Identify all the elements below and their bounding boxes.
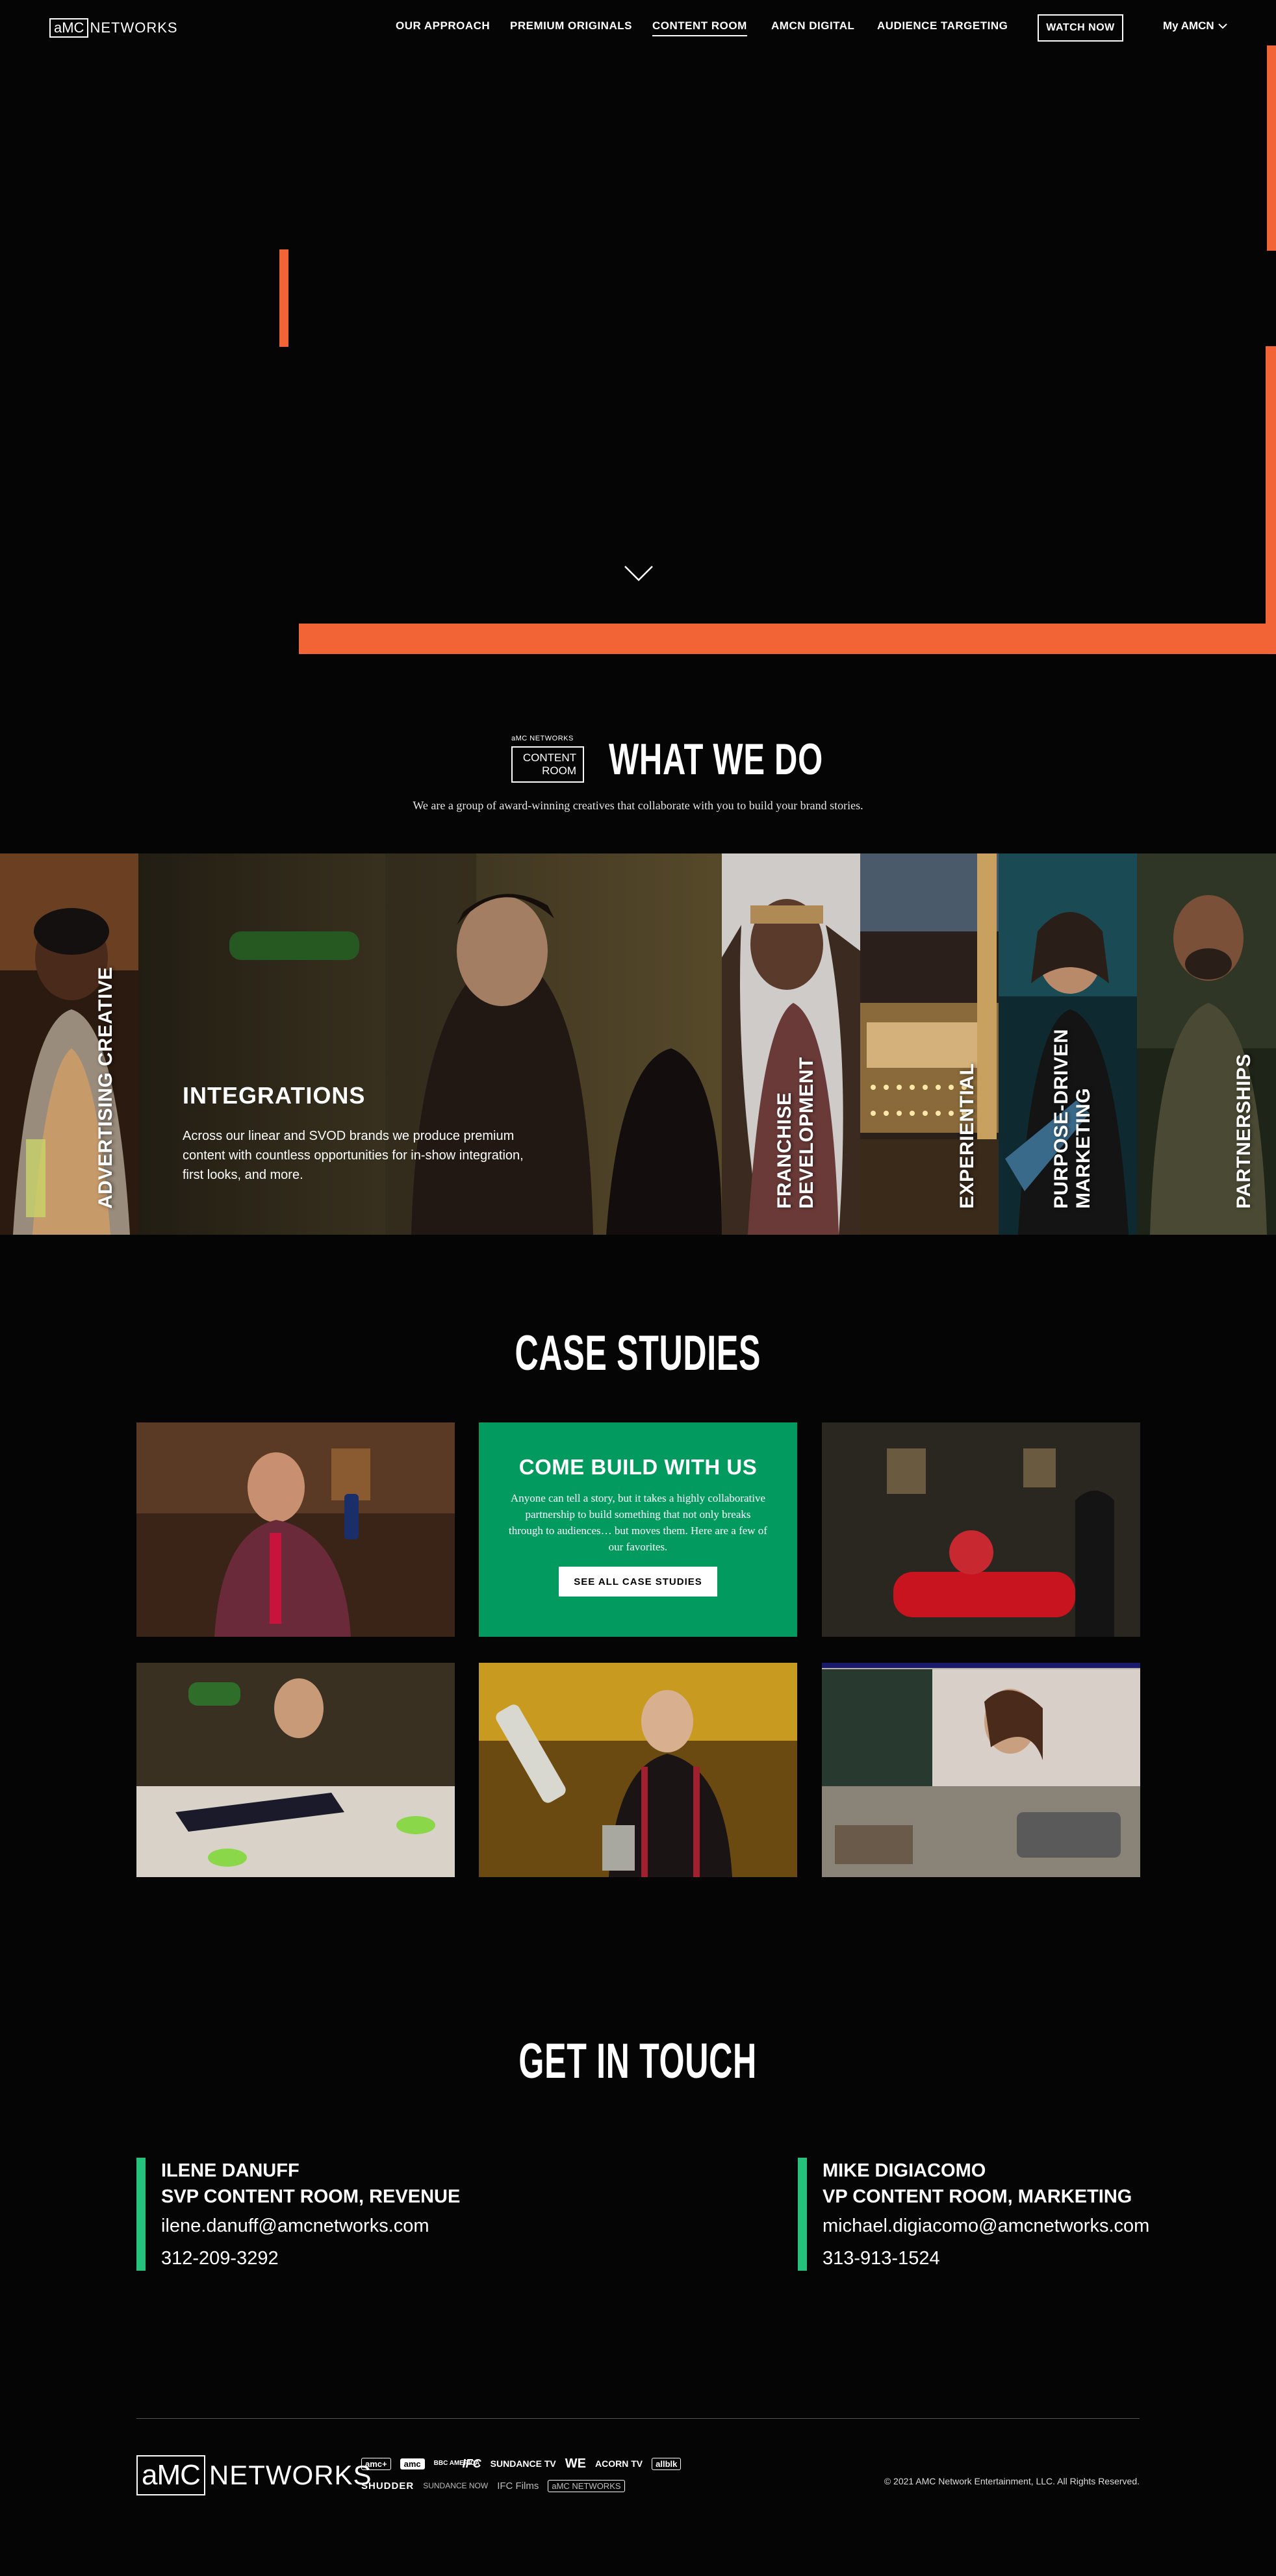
- panel-advertising-creative-label: ADVERTISING CREATIVE: [95, 966, 116, 1209]
- contact-phone-link[interactable]: 313-913-1524: [823, 2242, 1149, 2275]
- what-we-do-header: aMC NETWORKS CONTENT ROOM WHAT WE DO: [0, 734, 1276, 785]
- case-study-image-1: [136, 1422, 455, 1637]
- content-room-logo: aMC NETWORKS CONTENT ROOM: [511, 735, 585, 784]
- my-amcn-label: My AMCN: [1163, 19, 1214, 32]
- panel-purpose-driven-marketing-label: PURPOSE-DRIVEN MARKETING: [1051, 1029, 1095, 1209]
- contact-role: SVP CONTENT ROOM, REVENUE: [161, 2186, 461, 2207]
- panel-partnerships[interactable]: PARTNERSHIPS: [1137, 853, 1276, 1235]
- chevron-down-icon: [1218, 23, 1227, 29]
- case-studies-title: CASE STUDIES: [515, 1326, 761, 1381]
- purpose-label-line2: MARKETING: [1073, 1087, 1094, 1209]
- contact-accent-bar: [798, 2158, 807, 2271]
- brand-row-2: SHUDDER SUNDANCE NOW IFC Films aMC NETWO…: [361, 2475, 725, 2497]
- contact-role: VP CONTENT ROOM, MARKETING: [823, 2186, 1132, 2207]
- hero-accent-bar-right-top: [1267, 45, 1276, 251]
- panel-experiential-label: EXPERIENTIAL: [956, 1063, 978, 1209]
- content-room-logo-small: aMC NETWORKS: [511, 735, 574, 742]
- see-all-case-studies-button[interactable]: SEE ALL CASE STUDIES: [559, 1567, 717, 1597]
- contact-phone-link[interactable]: 312-209-3292: [161, 2242, 460, 2275]
- nav-premium-originals[interactable]: PREMIUM ORIGINALS: [510, 19, 632, 32]
- brand-bbc-america-logo[interactable]: BBC AMERICA: [434, 2460, 480, 2467]
- panel-advertising-creative[interactable]: ADVERTISING CREATIVE: [0, 853, 138, 1235]
- case-study-tile-3[interactable]: [136, 1663, 455, 1877]
- panel-franchise-development[interactable]: FRANCHISE DEVELOPMENT: [722, 853, 860, 1235]
- come-build-text: Anyone can tell a story, but it takes a …: [509, 1492, 767, 1553]
- brand-ifc-films-logo[interactable]: IFC Films: [497, 2481, 539, 2492]
- contact-card-2: MIKE DIGIACOMO VP CONTENT ROOM, MARKETIN…: [798, 2158, 1149, 2275]
- contact-accent-bar: [136, 2158, 146, 2271]
- get-in-touch-title-wrap: GET IN TOUCH: [0, 2033, 1276, 2090]
- brand-amc-plus-logo[interactable]: amc+: [361, 2457, 391, 2470]
- footer-divider: [136, 2418, 1140, 2419]
- panel-purpose-driven-marketing[interactable]: PURPOSE-DRIVEN MARKETING: [999, 853, 1137, 1235]
- get-in-touch-title: GET IN TOUCH: [518, 2034, 758, 2089]
- services-strip: ADVERTISING CREATIVE INTEGRATIONS Across…: [0, 853, 1276, 1235]
- contact-name: MIKE DIGIACOMO: [823, 2160, 986, 2181]
- case-study-image-3: [136, 1663, 455, 1877]
- content-room-logo-line1: CONTENT: [522, 751, 576, 764]
- footer-logo-text: NETWORKS: [209, 2460, 372, 2490]
- brand-shudder-logo[interactable]: SHUDDER: [361, 2481, 414, 2492]
- hero-accent-bar-bottom: [299, 624, 1276, 654]
- panel-franchise-development-label: FRANCHISE DEVELOPMENT: [774, 1057, 818, 1209]
- what-we-do-subtitle: We are a group of award-winning creative…: [413, 799, 863, 812]
- copyright-text: © 2021 AMC Network Entertainment, LLC. A…: [884, 2476, 1140, 2486]
- panel-partnerships-label: PARTNERSHIPS: [1233, 1054, 1255, 1209]
- case-studies-title-wrap: CASE STUDIES: [0, 1325, 1276, 1382]
- scroll-down-chevron-icon[interactable]: [624, 565, 654, 582]
- what-we-do-title: WHAT WE DO: [609, 735, 823, 784]
- contact-email-link[interactable]: michael.digiacomo@amcnetworks.com: [823, 2210, 1149, 2242]
- nav-audience-targeting[interactable]: AUDIENCE TARGETING: [877, 19, 1008, 32]
- case-study-tile-1[interactable]: [136, 1422, 455, 1637]
- franchise-label-line2: DEVELOPMENT: [796, 1057, 817, 1209]
- contact-email-link[interactable]: ilene.danuff@amcnetworks.com: [161, 2210, 460, 2242]
- franchise-label-line1: FRANCHISE: [774, 1092, 795, 1209]
- my-amcn-menu[interactable]: My AMCN: [1163, 19, 1227, 32]
- logo-box: aMC: [49, 18, 89, 38]
- brand-row-1: amc+ amc BBC AMERICA IFC SUNDANCE TV WE …: [361, 2453, 725, 2475]
- content-room-logo-line2: ROOM: [542, 764, 576, 777]
- hero-accent-bar-right: [1266, 346, 1276, 654]
- footer-amc-networks-logo[interactable]: aMC NETWORKS: [136, 2455, 372, 2495]
- case-study-tile-2[interactable]: [822, 1422, 1140, 1637]
- case-study-tile-5[interactable]: [822, 1663, 1140, 1877]
- case-study-image-4: [479, 1663, 797, 1877]
- integrations-description: Across our linear and SVOD brands we pro…: [183, 1129, 524, 1182]
- content-room-logo-box: CONTENT ROOM: [511, 746, 584, 783]
- brand-allblk-logo[interactable]: allblk: [652, 2457, 682, 2470]
- purpose-label-line1: PURPOSE-DRIVEN: [1051, 1028, 1072, 1209]
- case-study-tile-4[interactable]: [479, 1663, 797, 1877]
- brand-acorn-tv-logo[interactable]: ACORN TV: [595, 2458, 643, 2469]
- brand-we-logo[interactable]: WE: [565, 2456, 586, 2471]
- come-build-with-us-card: COME BUILD WITH US Anyone can tell a sto…: [479, 1422, 797, 1637]
- footer-logo-box: aMC: [136, 2455, 205, 2495]
- integrations-title: INTEGRATIONS: [183, 1082, 366, 1109]
- nav-our-approach[interactable]: OUR APPROACH: [396, 19, 490, 32]
- nav-amcn-digital[interactable]: AMCN DIGITAL: [771, 19, 854, 32]
- watch-now-button[interactable]: WATCH NOW: [1038, 14, 1123, 42]
- panel-advertising-creative-image: [0, 853, 138, 1235]
- logo-text: NETWORKS: [90, 19, 178, 36]
- come-build-title: COME BUILD WITH US: [518, 1455, 758, 1479]
- contact-card-1: ILENE DANUFF SVP CONTENT ROOM, REVENUE i…: [136, 2158, 460, 2275]
- contact-name: ILENE DANUFF: [161, 2160, 300, 2181]
- amc-networks-logo[interactable]: aMC NETWORKS: [49, 18, 178, 38]
- brand-ifc-logo[interactable]: IFC: [463, 2457, 481, 2471]
- brand-amc-logo[interactable]: amc: [400, 2458, 425, 2469]
- case-study-image-2: [822, 1422, 1140, 1637]
- panel-experiential[interactable]: EXPERIENTIAL: [860, 853, 999, 1235]
- brand-sundance-tv-logo[interactable]: SUNDANCE TV: [491, 2458, 556, 2469]
- hero-accent-bar-left: [279, 249, 288, 347]
- panel-integrations[interactable]: INTEGRATIONS Across our linear and SVOD …: [138, 853, 722, 1235]
- brand-sundance-now-logo[interactable]: SUNDANCE NOW: [423, 2481, 488, 2490]
- case-study-image-5: [822, 1663, 1140, 1877]
- brand-logos: amc+ amc BBC AMERICA IFC SUNDANCE TV WE …: [361, 2453, 725, 2497]
- nav-content-room[interactable]: CONTENT ROOM: [652, 19, 747, 36]
- top-nav: aMC NETWORKS OUR APPROACH PREMIUM ORIGIN…: [0, 0, 1276, 56]
- brand-amc-networks-logo[interactable]: aMC NETWORKS: [548, 2479, 625, 2492]
